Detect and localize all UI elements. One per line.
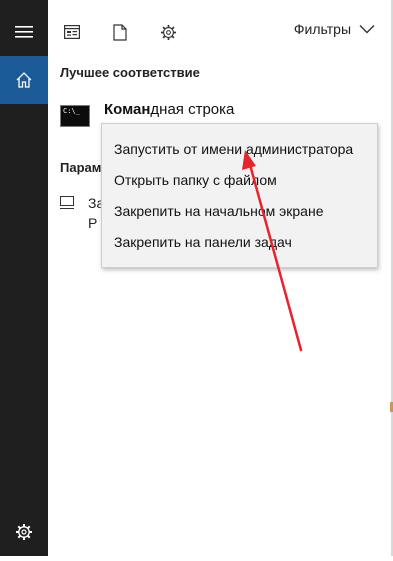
result-name-match: Коман: [104, 101, 151, 118]
documents-button[interactable]: [108, 20, 132, 44]
filters-dropdown[interactable]: Фильтры: [294, 21, 375, 37]
chevron-down-icon: [359, 25, 375, 34]
result-name: Командная строка: [104, 101, 234, 118]
gear-icon: [16, 524, 32, 540]
monitor-icon: [60, 196, 74, 209]
command-prompt-icon: C:\_: [60, 105, 90, 127]
hamburger-menu-icon: [15, 26, 33, 38]
menu-item-pin-to-start[interactable]: Закрепить на начальном экране: [102, 196, 377, 227]
settings-filter-button[interactable]: [156, 20, 180, 44]
result-name-rest: дная строка: [150, 101, 235, 118]
toolbar: Фильтры: [48, 0, 393, 60]
start-sidebar: [0, 0, 48, 556]
settings-heading: Парам: [60, 160, 102, 175]
home-icon: [16, 72, 32, 88]
apps-icon: [64, 25, 80, 39]
menu-item-run-as-admin[interactable]: Запустить от имени администратора: [102, 134, 377, 165]
context-menu: Запустить от имени администратора Открыт…: [101, 123, 378, 268]
hamburger-menu-button[interactable]: [0, 8, 48, 56]
menu-item-open-file-location[interactable]: Открыть папку с файлом: [102, 165, 377, 196]
best-match-heading: Лучшее соответствие: [60, 65, 200, 80]
menu-item-pin-to-taskbar[interactable]: Закрепить на панели задач: [102, 227, 377, 258]
apps-button[interactable]: [60, 20, 84, 44]
command-prompt-icon-text: C:\_: [63, 107, 80, 115]
home-button[interactable]: [0, 56, 48, 104]
search-panel: Фильтры Лучшее соответствие C:\_ Командн…: [48, 0, 393, 556]
document-icon: [113, 23, 127, 41]
settings-button[interactable]: [0, 508, 48, 556]
filters-label: Фильтры: [293, 21, 351, 37]
gear-icon: [160, 24, 176, 40]
